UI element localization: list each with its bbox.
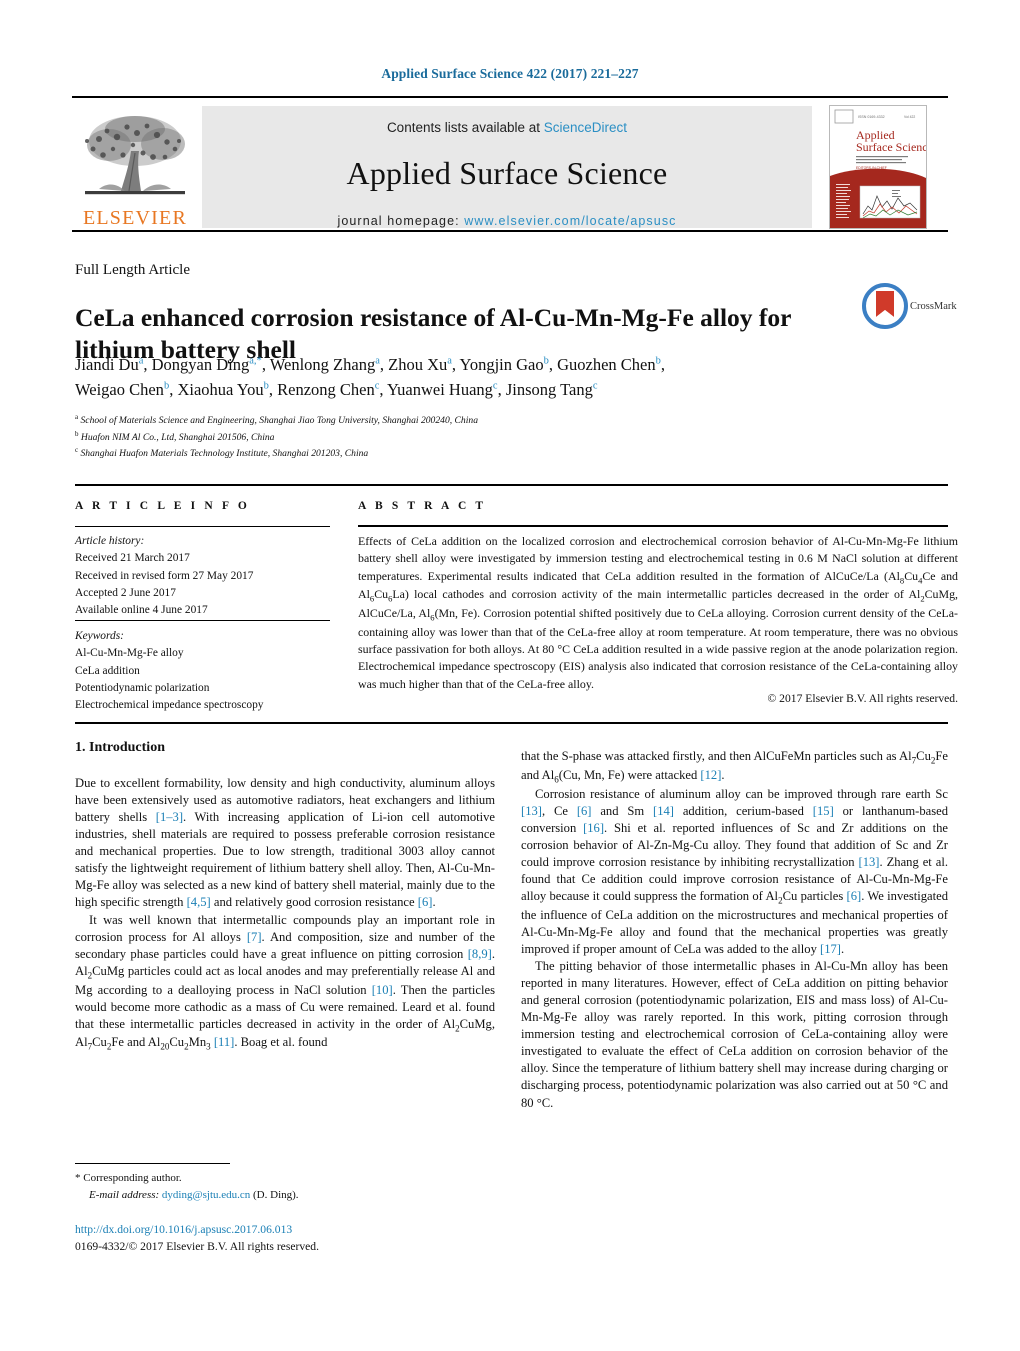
history-item: Accepted 2 June 2017 xyxy=(75,586,176,599)
affiliation-item: c Shanghai Huafon Materials Technology I… xyxy=(75,446,369,460)
doi-block: http://dx.doi.org/10.1016/j.apsusc.2017.… xyxy=(75,1222,505,1256)
divider-abstract xyxy=(358,525,948,527)
divider-below-abstract xyxy=(75,722,948,724)
elsevier-tree-icon xyxy=(85,116,185,195)
keyword-item: Potentiodynamic polarization xyxy=(75,681,210,694)
keyword-item: Al-Cu-Mn-Mg-Fe alloy xyxy=(75,647,184,660)
crossmark-badge[interactable]: CrossMark xyxy=(862,283,960,335)
author-line-2: Weigao Chenb, Xiaohua Youb, Renzong Chen… xyxy=(75,379,598,399)
keyword-item: Electrochemical impedance spectroscopy xyxy=(75,699,264,712)
paragraph: that the S-phase was attacked firstly, a… xyxy=(521,749,948,785)
crossmark-icon xyxy=(862,283,908,329)
email-label: E-mail address: xyxy=(89,1188,160,1201)
email-line: E-mail address: dyding@sjtu.edu.cn (D. D… xyxy=(75,1187,495,1204)
issn-copyright-line: 0169-4332/© 2017 Elsevier B.V. All right… xyxy=(75,1239,319,1253)
affiliation-item: a School of Materials Science and Engine… xyxy=(75,413,478,427)
body-right-column: that the S-phase was attacked firstly, a… xyxy=(521,748,948,1112)
masthead-panel: Contents lists available at ScienceDirec… xyxy=(202,106,812,228)
corresponding-author-note: * Corresponding author. xyxy=(75,1170,495,1187)
keywords-label: Keywords: xyxy=(75,630,124,642)
author-line-1: Jiandi Dua, Dongyan Dinga,*, Wenlong Zha… xyxy=(75,355,666,374)
running-head: Applied Surface Science 422 (2017) 221–2… xyxy=(381,66,639,81)
divider-article-info xyxy=(75,526,330,527)
email-link[interactable]: dyding@sjtu.edu.cn xyxy=(162,1189,250,1201)
article-type-label: Full Length Article xyxy=(75,262,190,278)
keywords-block: Keywords: Al-Cu-Mn-Mg-Fe alloy CeLa addi… xyxy=(75,628,330,715)
divider-keywords xyxy=(75,620,330,621)
footnote-block: * Corresponding author. E-mail address: … xyxy=(75,1170,495,1203)
journal-cover-thumbnail: ISSN 0169-4332 Vol 422 Applied Surface S… xyxy=(829,105,927,229)
journal-homepage-line: journal homepage: www.elsevier.com/locat… xyxy=(202,214,812,228)
history-item: Available online 4 June 2017 xyxy=(75,604,208,617)
elsevier-wordmark: ELSEVIER xyxy=(82,207,188,229)
cover-artwork-icon: ISSN 0169-4332 Vol 422 Applied Surface S… xyxy=(830,106,926,228)
article-info-heading: A R T I C L E I N F O xyxy=(75,500,250,512)
affiliation-item: b Huafon NIM Al Co., Ltd, Shanghai 20150… xyxy=(75,429,275,443)
svg-text:ISSN 0169-4332: ISSN 0169-4332 xyxy=(858,115,885,119)
journal-masthead: ELSEVIER Contents lists available at Sci… xyxy=(72,96,948,232)
paragraph: It was well known that intermetallic com… xyxy=(75,912,495,1052)
history-item: Received 21 March 2017 xyxy=(75,552,190,565)
corresponding-text: Corresponding author. xyxy=(83,1172,182,1184)
journal-title: Applied Surface Science xyxy=(346,155,668,191)
abstract-heading: A B S T R A C T xyxy=(358,500,487,512)
affiliation-list: a School of Materials Science and Engine… xyxy=(75,412,775,462)
body-left-column: Due to excellent formability, low densit… xyxy=(75,775,495,1053)
paragraph: The pitting behavior of those intermetal… xyxy=(521,959,948,1110)
paragraph: Due to excellent formability, low densit… xyxy=(75,776,496,910)
author-list: Jiandi Dua, Dongyan Dinga,*, Wenlong Zha… xyxy=(75,353,875,403)
copyright-line: © 2017 Elsevier B.V. All rights reserved… xyxy=(767,692,958,705)
article-history-label: Article history: xyxy=(75,535,145,547)
doi-link[interactable]: http://dx.doi.org/10.1016/j.apsusc.2017.… xyxy=(75,1222,505,1239)
divider-above-info xyxy=(75,484,948,486)
svg-text:Vol 422: Vol 422 xyxy=(904,115,915,119)
homepage-prefix: journal homepage: xyxy=(337,214,465,228)
contents-list-line: Contents lists available at ScienceDirec… xyxy=(202,120,812,135)
homepage-link[interactable]: www.elsevier.com/locate/apsusc xyxy=(464,214,676,228)
paper-page: Applied Surface Science 422 (2017) 221–2… xyxy=(0,0,1020,1351)
section-heading-introduction: 1. Introduction xyxy=(75,740,165,755)
paragraph: Corrosion resistance of aluminum alloy c… xyxy=(521,786,949,956)
corresponding-marker: * xyxy=(75,1172,81,1184)
history-item: Received in revised form 27 May 2017 xyxy=(75,569,254,582)
abstract-text: Effects of CeLa addition on the localize… xyxy=(358,534,959,691)
email-suffix: (D. Ding). xyxy=(253,1188,299,1201)
sciencedirect-link[interactable]: ScienceDirect xyxy=(544,120,627,135)
crossmark-label: CrossMark xyxy=(910,301,957,312)
elsevier-logo: ELSEVIER xyxy=(74,106,196,228)
footnote-divider xyxy=(75,1163,230,1164)
keyword-item: CeLa addition xyxy=(75,664,140,677)
article-history-block: Article history: Received 21 March 2017 … xyxy=(75,533,330,620)
contents-prefix: Contents lists available at xyxy=(386,120,544,135)
svg-text:Surface Science: Surface Science xyxy=(856,140,926,154)
